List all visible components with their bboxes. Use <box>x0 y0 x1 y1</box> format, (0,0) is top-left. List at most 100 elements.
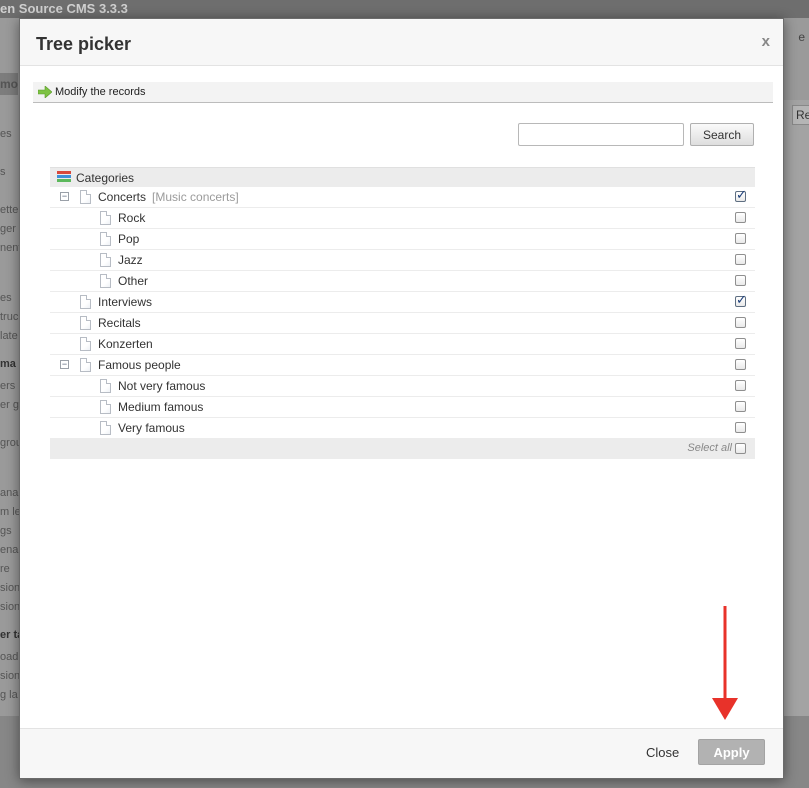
search-button[interactable]: Search <box>690 123 754 146</box>
tree-item-text: Very famous <box>118 421 185 435</box>
red-down-arrow-icon <box>712 606 738 720</box>
background-sub-bar-text: mo <box>0 77 18 91</box>
page-icon <box>80 316 91 330</box>
dialog-footer: Close Apply <box>20 728 783 778</box>
background-sidebar-item: oad <box>0 651 19 663</box>
tree-row: Konzerten <box>50 334 755 355</box>
tree-item-label[interactable]: Concerts [Music concerts] <box>98 190 239 204</box>
background-app-title: en Source CMS 3.3.3 <box>0 1 128 16</box>
background-sidebar-item: es <box>0 292 12 304</box>
background-sidebar-item: ena <box>0 544 19 556</box>
tree-item-text: Interviews <box>98 295 153 309</box>
tree-row: Pop <box>50 229 755 250</box>
page-icon <box>100 379 111 393</box>
tree-item-checkbox[interactable] <box>735 422 746 433</box>
tree-item-checkbox[interactable] <box>735 187 747 203</box>
tree-picker-dialog: Tree picker x Modify the records Search … <box>19 18 784 779</box>
background-sidebar-item: er g <box>0 399 19 411</box>
tree-item-checkbox[interactable] <box>735 317 746 328</box>
page-icon <box>80 358 91 372</box>
breadcrumb: Modify the records <box>33 82 773 103</box>
tree-item-text: Concerts <box>98 190 147 204</box>
background-sidebar-item: sion <box>0 601 21 613</box>
tree-item-checkbox[interactable] <box>735 380 746 391</box>
tree-item-text: Konzerten <box>98 337 153 351</box>
background-sidebar-item: s <box>0 166 6 178</box>
tree-item-text: Medium famous <box>118 400 204 414</box>
collapse-icon[interactable]: − <box>60 360 69 369</box>
tree-item-text: Rock <box>118 211 146 225</box>
tree-item-label[interactable]: Jazz <box>118 253 143 267</box>
tree-item-checkbox[interactable] <box>735 359 746 370</box>
tree-row: Not very famous <box>50 376 755 397</box>
select-all-label: Select all <box>687 442 732 454</box>
background-sidebar-item: gs <box>0 525 12 537</box>
tree-item-label[interactable]: Not very famous <box>118 379 205 393</box>
tree-item-label[interactable]: Pop <box>118 232 139 246</box>
tree-row: Jazz <box>50 250 755 271</box>
tree-item-checkbox[interactable] <box>735 401 746 412</box>
tree-item-label[interactable]: Recitals <box>98 316 141 330</box>
background-right-panel <box>783 100 809 716</box>
apply-button[interactable]: Apply <box>698 739 765 765</box>
search-input[interactable] <box>518 123 684 146</box>
background-sidebar-item: ma <box>0 358 16 370</box>
select-all-checkbox[interactable] <box>735 443 746 454</box>
select-all-row: Select all <box>50 439 755 459</box>
tree-row: Interviews <box>50 292 755 313</box>
background-top-right-text: e <box>798 30 805 44</box>
tree-item-checkbox[interactable] <box>735 254 746 265</box>
background-sidebar-item: g la <box>0 689 18 701</box>
background-topbar: en Source CMS 3.3.3 <box>0 0 809 18</box>
page-icon <box>100 421 111 435</box>
tree-item-checkbox[interactable] <box>735 233 746 244</box>
category-tree: Categories − Concerts [Music concerts] Rock… <box>50 167 755 459</box>
tree-row: − Concerts [Music concerts] <box>50 187 755 208</box>
tree-item-text: Other <box>118 274 149 288</box>
page-icon <box>80 190 91 204</box>
categories-icon <box>57 171 71 185</box>
page-icon <box>80 295 91 309</box>
dialog-header: Tree picker x <box>20 19 783 66</box>
tree-item-label[interactable]: Other <box>118 274 148 288</box>
tree-item-checkbox[interactable] <box>735 338 746 349</box>
tree-item-label[interactable]: Rock <box>118 211 145 225</box>
dialog-title: Tree picker <box>36 34 132 54</box>
tree-header-label: Categories <box>76 171 135 185</box>
page-icon <box>100 274 111 288</box>
tree-item-text: Recitals <box>98 316 141 330</box>
background-right-button: Re <box>792 105 809 125</box>
page-icon <box>80 337 91 351</box>
background-sidebar-item: truc <box>0 311 19 323</box>
background-sidebar-item: re <box>0 563 10 575</box>
tree-item-checkbox[interactable] <box>735 275 746 286</box>
tree-item-text: Not very famous <box>118 379 206 393</box>
tree-item-text: Jazz <box>118 253 143 267</box>
collapse-icon[interactable]: − <box>60 192 69 201</box>
background-sidebar-item: ana <box>0 487 19 499</box>
tree-item-label[interactable]: Famous people <box>98 358 181 372</box>
close-button[interactable]: Close <box>646 745 679 760</box>
breadcrumb-label: Modify the records <box>55 86 146 98</box>
tree-item-checkbox[interactable] <box>735 292 747 308</box>
tree-row: Very famous <box>50 418 755 439</box>
background-sidebar-item: ette <box>0 204 19 216</box>
tree-item-label[interactable]: Medium famous <box>118 400 203 414</box>
tree-item-label[interactable]: Konzerten <box>98 337 153 351</box>
tree-item-checkbox[interactable] <box>735 212 746 223</box>
tree-item-label[interactable]: Very famous <box>118 421 185 435</box>
background-sidebar-item: es <box>0 128 12 140</box>
page-icon <box>100 400 111 414</box>
tree-item-label[interactable]: Interviews <box>98 295 152 309</box>
tree-item-note: [Music concerts] <box>152 190 239 204</box>
tree-item-text: Pop <box>118 232 140 246</box>
background-sidebar-item: sion <box>0 582 21 594</box>
background-sidebar-item: sion <box>0 670 21 682</box>
tree-row: Recitals <box>50 313 755 334</box>
page-icon <box>100 211 111 225</box>
close-icon[interactable]: x <box>762 33 770 50</box>
background-sidebar-item: ger <box>0 223 16 235</box>
page-icon <box>100 232 111 246</box>
tree-item-text: Famous people <box>98 358 181 372</box>
tree-row: − Famous people <box>50 355 755 376</box>
